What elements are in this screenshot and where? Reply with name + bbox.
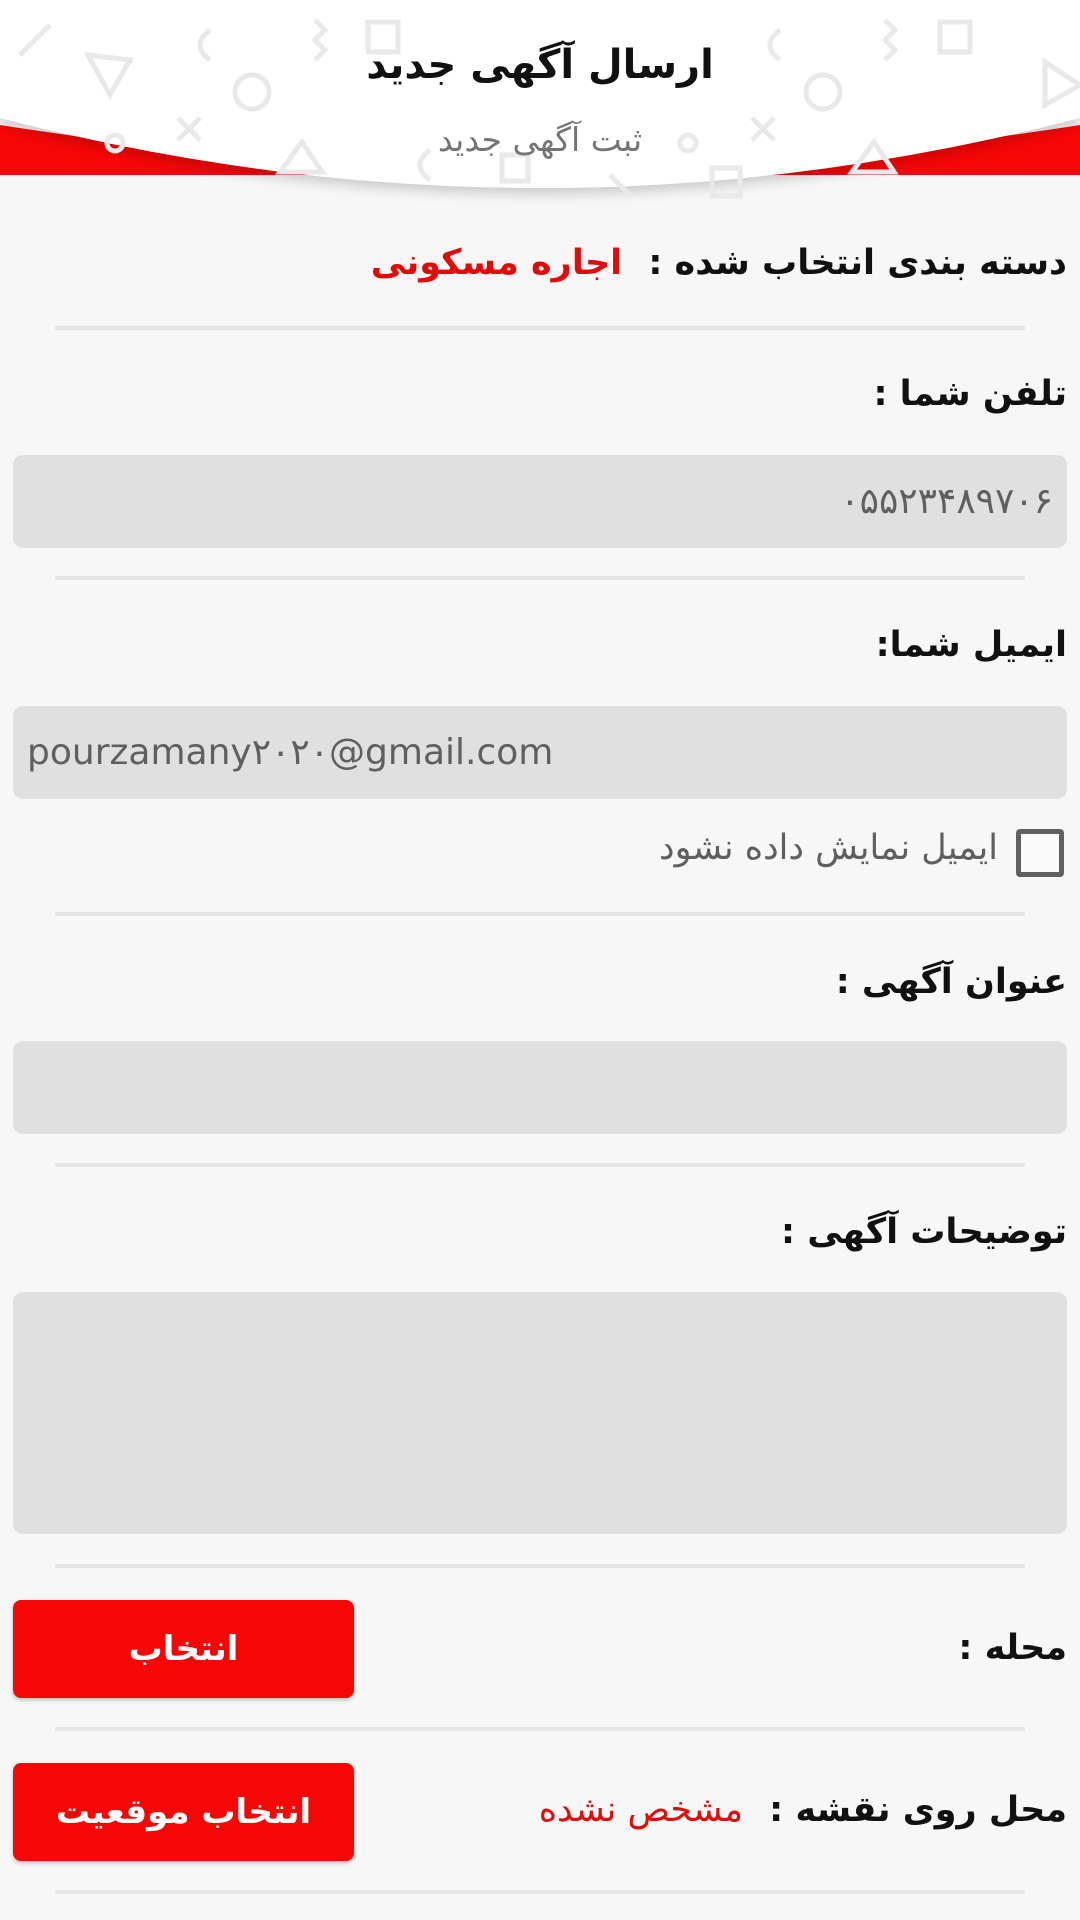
divider: [55, 1564, 1025, 1568]
phone-value: ۰۵۵۲۳۴۸۹۷۰۶: [840, 481, 1053, 522]
description-label: توضیحات آگهی :: [781, 1212, 1067, 1252]
select-neighborhood-button[interactable]: انتخاب: [13, 1600, 354, 1698]
header: ارسال آگهی جدید ثبت آگهی جدید: [0, 0, 1080, 215]
map-location-row: محل روی نقشه : مشخص نشده: [539, 1790, 1067, 1830]
hide-email-checkbox[interactable]: [1016, 829, 1064, 877]
description-textarea[interactable]: [13, 1292, 1067, 1534]
divider: [55, 576, 1025, 580]
email-value: pourzamany۲۰۲۰@gmail.com: [27, 732, 554, 773]
header-background: [0, 0, 1080, 199]
category-label: دسته بندی انتخاب شده :: [648, 243, 1067, 283]
post-ad-screen: ارسال آگهی جدید ثبت آگهی جدید دسته بندی …: [0, 0, 1080, 1920]
map-location-label: محل روی نقشه :: [769, 1790, 1067, 1830]
divider: [55, 1727, 1025, 1731]
page-title: ارسال آگهی جدید: [366, 42, 714, 88]
divider: [55, 912, 1025, 916]
ad-title-input[interactable]: [13, 1041, 1067, 1134]
divider: [55, 1163, 1025, 1167]
phone-label: تلفن شما :: [873, 374, 1067, 414]
hide-email-label[interactable]: ایمیل نمایش داده نشود: [659, 828, 998, 868]
ad-title-label: عنوان آگهی :: [835, 962, 1067, 1002]
divider: [55, 326, 1025, 330]
divider: [55, 1890, 1025, 1894]
map-location-value: مشخص نشده: [538, 1790, 743, 1830]
category-value: اجاره مسکونی: [370, 243, 623, 283]
phone-field[interactable]: ۰۵۵۲۳۴۸۹۷۰۶: [13, 455, 1067, 548]
page-subtitle: ثبت آگهی جدید: [437, 120, 643, 159]
neighborhood-label: محله :: [958, 1628, 1067, 1668]
select-location-button[interactable]: انتخاب موقعیت: [13, 1763, 354, 1861]
category-row: دسته بندی انتخاب شده : اجاره مسکونی: [371, 243, 1067, 283]
email-field[interactable]: pourzamany۲۰۲۰@gmail.com: [13, 706, 1067, 799]
email-label: ایمیل شما:: [875, 625, 1067, 665]
